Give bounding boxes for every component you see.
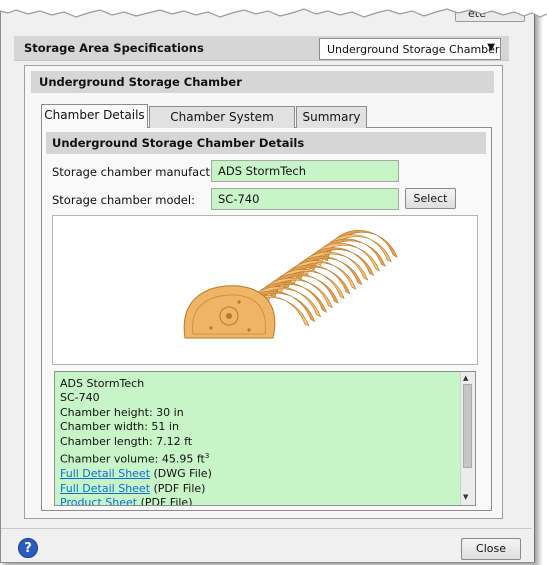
full-detail-dwg-link[interactable]: Full Detail Sheet: [60, 467, 150, 480]
info-length: Chamber length: 7.12 ft: [60, 434, 193, 448]
info-volume: Chamber volume: 45.95 ft3: [60, 449, 212, 467]
chamber-info-text: ADS StormTech SC-740 Chamber height: 30 …: [60, 377, 212, 506]
close-button[interactable]: Close: [461, 538, 521, 560]
info-volume-unit-sup: 3: [204, 452, 210, 461]
model-field[interactable]: SC-740: [211, 188, 399, 210]
info-link-row: Full Detail Sheet (DWG File): [60, 467, 212, 481]
chevron-down-icon: ▼: [487, 42, 495, 53]
info-manufacturer: ADS StormTech: [60, 377, 145, 390]
info-height: Chamber height: 30 in: [60, 405, 184, 419]
dwg-suffix: (DWG File): [150, 467, 212, 481]
help-icon[interactable]: ?: [18, 538, 38, 558]
pdf-suffix: (PDF File): [150, 481, 206, 495]
tab-chamber-system-design[interactable]: Chamber System Design: [149, 106, 295, 145]
full-detail-pdf-link[interactable]: Full Detail Sheet: [60, 482, 150, 495]
info-link-row: Full Detail Sheet (PDF File): [60, 482, 212, 496]
model-label: Storage chamber model:: [52, 193, 195, 207]
details-header: Underground Storage Chamber Details: [46, 132, 486, 154]
info-width: Chamber width: 51 in: [60, 420, 179, 434]
torn-edge: [0, 0, 547, 18]
chamber-panel-title: Underground Storage Chamber: [39, 75, 242, 89]
info-model: SC-740: [60, 391, 100, 405]
info-volume-text: Chamber volume: 45.95 ft: [60, 452, 205, 466]
footer-divider: [1, 528, 532, 529]
chamber-panel-header: Underground Storage Chamber: [31, 71, 494, 93]
product-sheet-link[interactable]: Product Sheet: [60, 496, 137, 505]
chamber-info-box: ADS StormTech SC-740 Chamber height: 30 …: [54, 371, 476, 506]
select-button[interactable]: Select: [405, 188, 456, 209]
tab-chamber-details[interactable]: Chamber Details: [41, 104, 148, 128]
tab-summary[interactable]: Summary: [296, 106, 367, 128]
storage-type-value: Underground Storage Chamber: [327, 43, 500, 56]
manufacturer-label: Storage chamber manufacturer:: [52, 165, 238, 179]
info-link-row: Product Sheet (PDF File): [60, 495, 212, 506]
storage-type-dropdown[interactable]: Underground Storage Chamber ▼: [319, 38, 501, 60]
info-scrollbar[interactable]: ▲ ▼: [460, 372, 475, 505]
scroll-up-icon[interactable]: ▲: [463, 374, 468, 382]
scroll-thumb[interactable]: [463, 384, 472, 468]
chamber-image-frame: [52, 215, 478, 365]
scroll-down-icon[interactable]: ▼: [463, 493, 468, 501]
details-title: Underground Storage Chamber Details: [52, 136, 305, 150]
storage-chamber-image: [183, 229, 398, 339]
manufacturer-field[interactable]: ADS StormTech: [211, 160, 399, 182]
specs-title: Storage Area Specifications: [24, 41, 204, 55]
product-sheet-suffix: (PDF File): [137, 495, 193, 506]
